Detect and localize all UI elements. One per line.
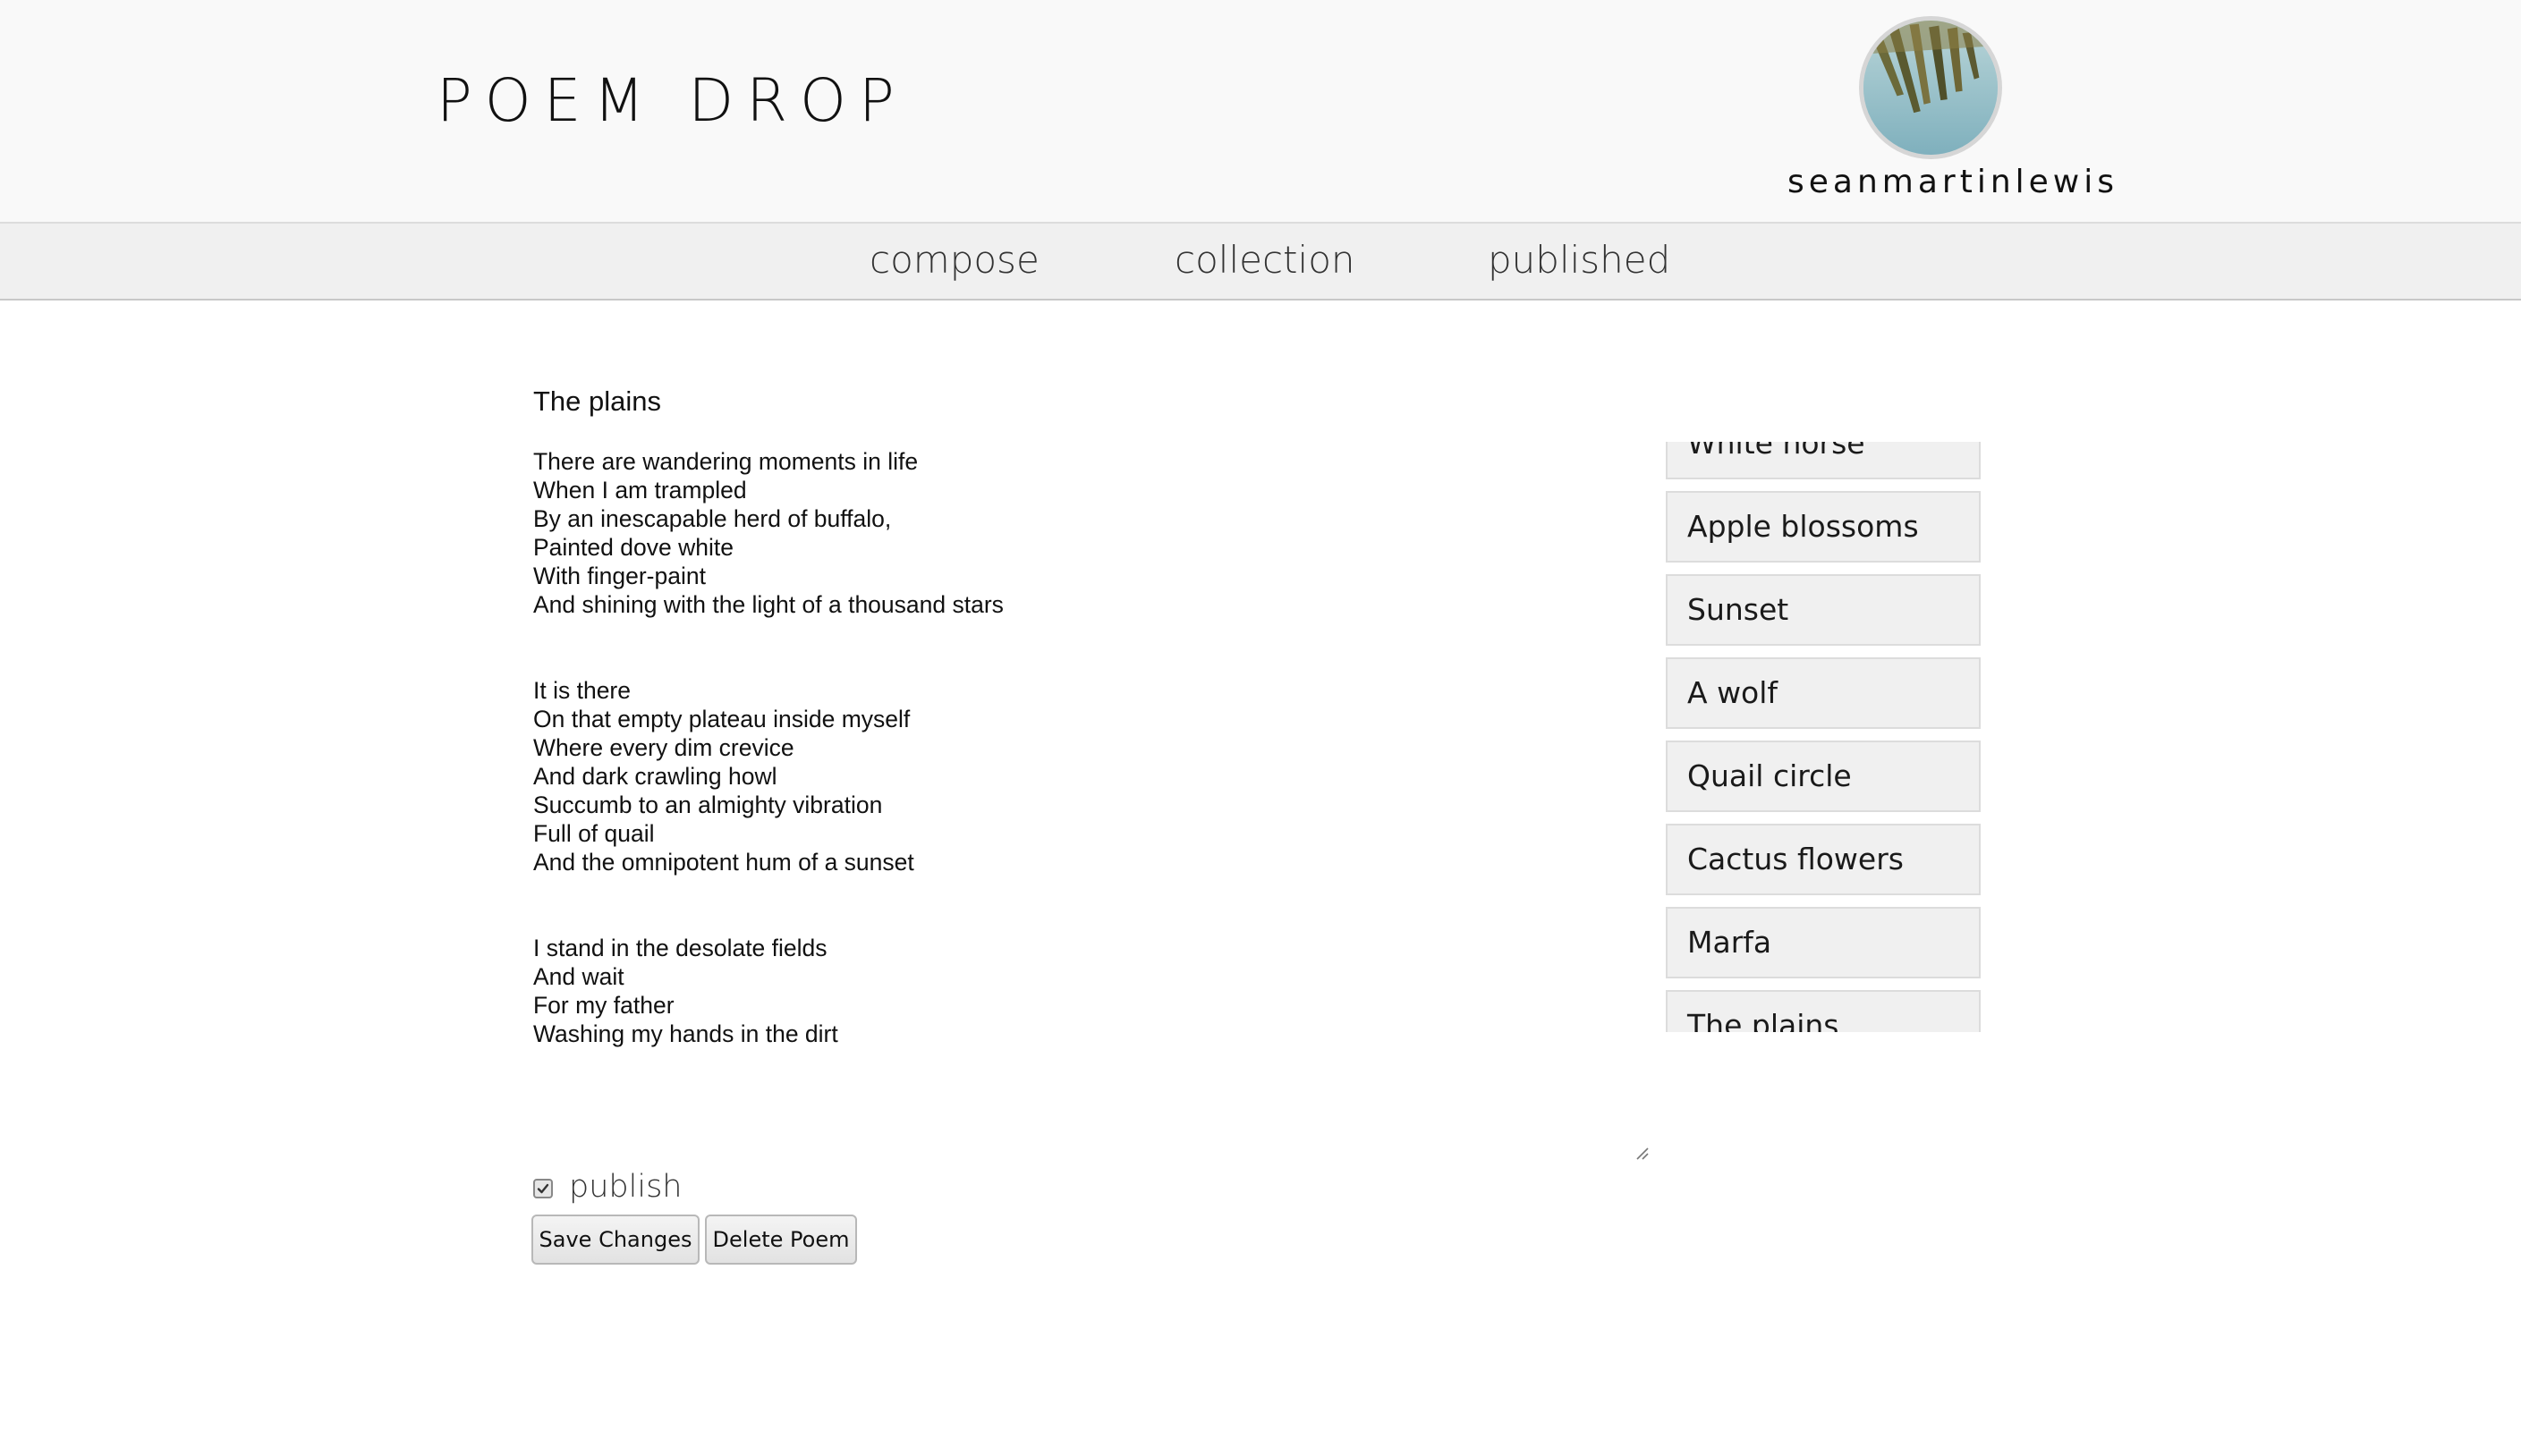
poem-list-item[interactable]: A wolf	[1666, 657, 1981, 729]
site-title[interactable]: POEM DROP	[437, 72, 907, 131]
main-nav: compose collection published	[0, 222, 2521, 301]
poem-list-item[interactable]: The plains	[1666, 990, 1981, 1032]
poem-body-textarea[interactable]	[533, 447, 1653, 1161]
poem-list-item[interactable]: Cactus flowers	[1666, 824, 1981, 895]
site-header: POEM DROP seanmartinlewis	[0, 0, 2521, 222]
poem-title-field[interactable]: The plains	[533, 387, 661, 415]
poem-list[interactable]: White horse Apple blossoms Sunset A wolf…	[1666, 442, 1984, 1032]
poem-list-item[interactable]: White horse	[1666, 442, 1981, 479]
nav-published[interactable]: published	[1488, 241, 1670, 279]
publish-label: publish	[569, 1169, 683, 1205]
profile-photo-icon[interactable]	[1859, 16, 2002, 159]
poem-list-item[interactable]: Apple blossoms	[1666, 491, 1981, 563]
resize-handle-icon[interactable]	[1634, 1145, 1650, 1161]
save-changes-button[interactable]: Save Changes	[531, 1215, 700, 1265]
poem-list-item[interactable]: Sunset	[1666, 574, 1981, 646]
poem-list-item[interactable]: Marfa	[1666, 907, 1981, 978]
publish-checkbox[interactable]	[533, 1179, 553, 1198]
nav-collection[interactable]: collection	[1175, 241, 1355, 279]
poem-list-item[interactable]: Quail circle	[1666, 741, 1981, 812]
checkmark-icon	[537, 1183, 549, 1194]
nav-compose[interactable]: compose	[870, 241, 1040, 279]
delete-poem-button[interactable]: Delete Poem	[705, 1215, 857, 1265]
username[interactable]: seanmartinlewis	[1787, 166, 2114, 199]
